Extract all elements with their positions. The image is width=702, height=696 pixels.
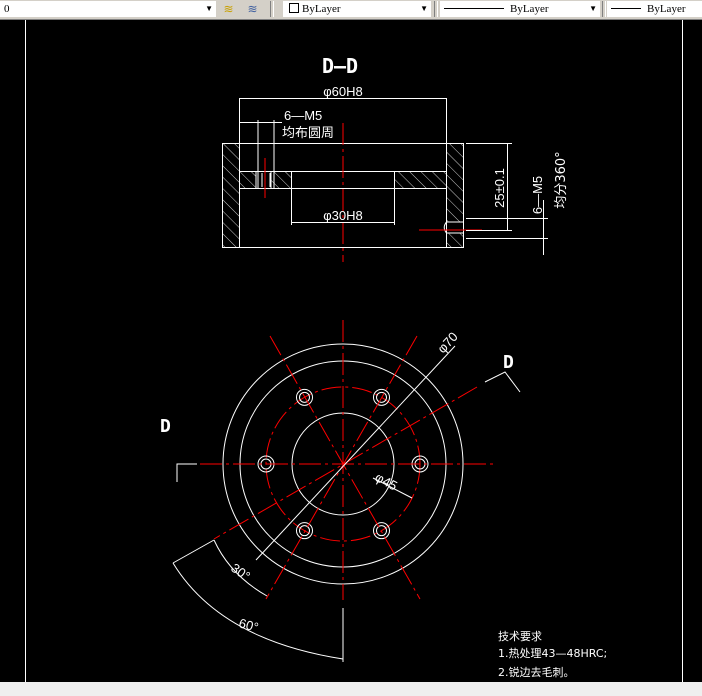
section-arrow-right [484,371,521,393]
color-swatch-icon [289,3,299,13]
section-view: D—D φ60H8 6—M5 均布圆周 φ30H8 25±0.1 6—M5 均分… [222,54,569,262]
dim-side-thread-note: 均分360° [554,151,569,208]
dim-thread-top: 6—M5 [284,108,322,123]
line-sample-icon [611,8,641,9]
notes-title: 技术要求 [498,630,542,643]
toolbar-separator [434,1,438,17]
notes-line2: 2.锐边去毛刺。 [498,666,575,679]
line-sample-icon [444,8,504,9]
plan-view: φ70 φ45 30° 60° D D [160,320,521,662]
status-strip [0,682,702,696]
section-arrow-left [176,463,197,482]
lineweight-dropdown[interactable]: ByLayer [607,1,702,17]
layer-dropdown[interactable]: 0 ▼ [0,1,216,17]
dim-outer-bore: φ60H8 [323,84,363,99]
hatch-right-web [394,171,447,189]
dim-side-thread: 6—M5 [530,176,545,214]
dim-inner-bore: φ30H8 [323,208,363,223]
section-title: D—D [322,54,358,78]
dim-height: 25±0.1 [492,168,507,208]
dim-dia70: φ70 [434,329,461,356]
chevron-down-icon: ▼ [420,4,428,13]
drawing-canvas[interactable]: D—D φ60H8 6—M5 均布圆周 φ30H8 25±0.1 6—M5 均分… [0,20,702,682]
dim-thread-top-note: 均布圆周 [282,126,334,141]
layer-previous-icon[interactable]: ≋ [244,1,261,17]
linetype-dropdown[interactable]: ByLayer ▼ [440,1,600,17]
make-layer-current-icon[interactable]: ≋ [220,1,237,17]
toolbar-separator [270,1,274,17]
color-dropdown[interactable]: ByLayer ▼ [283,1,431,17]
angle-60: 60° [237,615,260,635]
toolbar-separator [602,1,606,17]
notes-line1: 1.热处理43—48HRC; [498,647,608,660]
chevron-down-icon: ▼ [589,4,597,13]
section-mark-left: D [160,416,171,437]
angle-30: 30° [228,560,253,584]
properties-toolbar: 0 ▼ ≋ ≋ ByLayer ▼ ByLayer ▼ ByLayer [0,0,702,20]
section-mark-right: D [503,352,514,373]
hatch-left-wall [222,143,240,248]
chevron-down-icon: ▼ [205,4,213,13]
